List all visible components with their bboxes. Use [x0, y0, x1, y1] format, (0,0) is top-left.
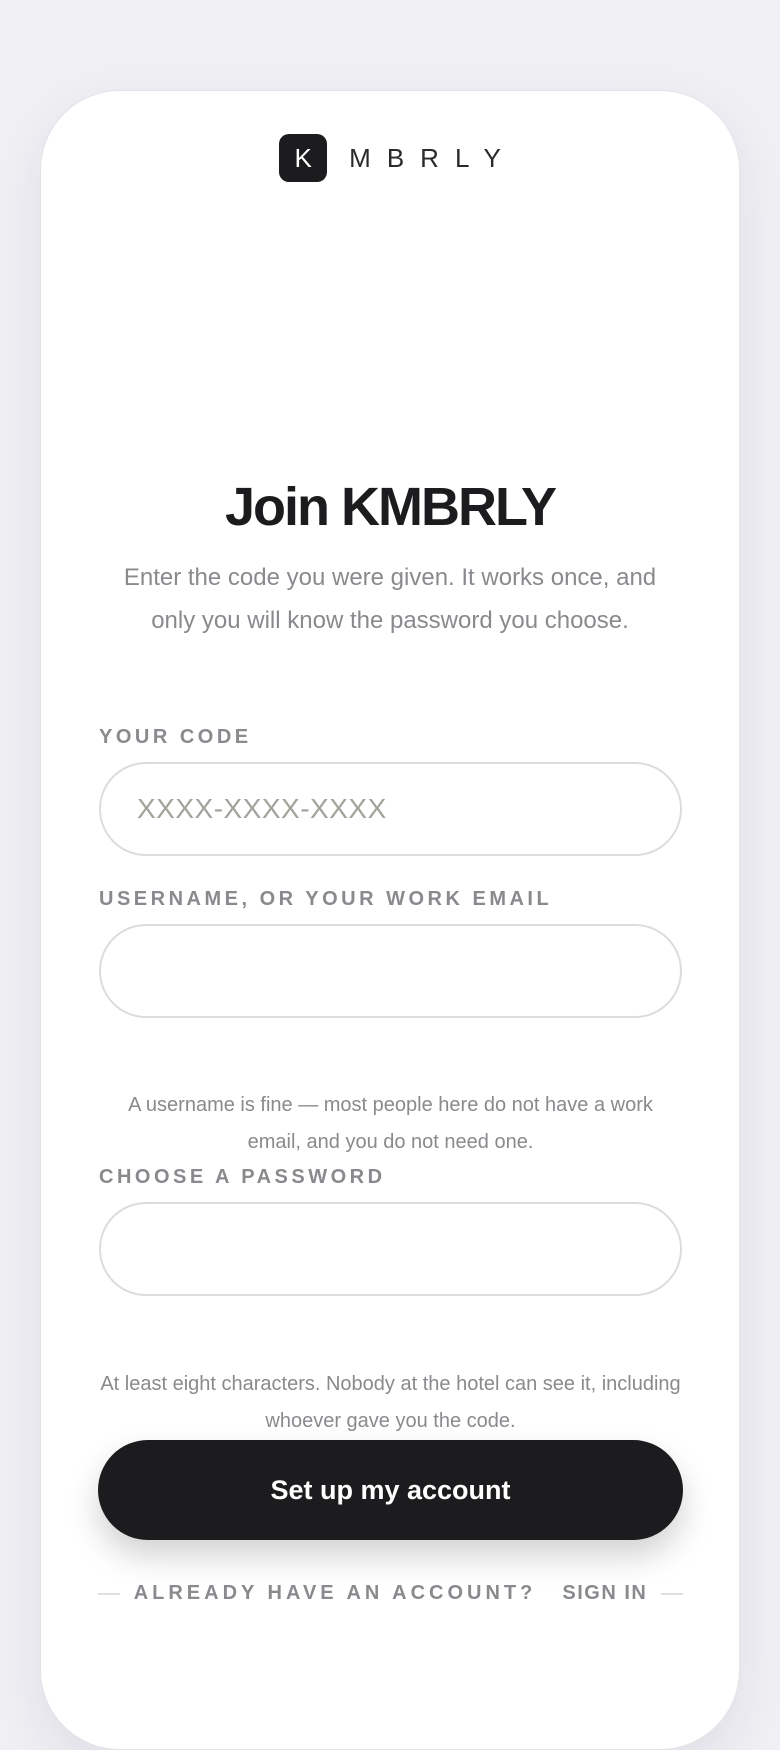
- code-label: YOUR CODE: [99, 726, 252, 748]
- footer-divider-left: [98, 1592, 120, 1595]
- signin-link[interactable]: SIGN IN: [562, 1582, 647, 1605]
- username-input[interactable]: [99, 924, 682, 1018]
- setup-account-button[interactable]: Set up my account: [98, 1440, 683, 1540]
- password-hint: At least eight characters. Nobody at the…: [100, 1373, 681, 1432]
- account-prompt: ALREADY HAVE AN ACCOUNT?: [133, 1582, 537, 1604]
- code-input[interactable]: [99, 762, 682, 856]
- password-label: CHOOSE A PASSWORD: [99, 1166, 386, 1188]
- footer-divider-right: [661, 1592, 683, 1595]
- password-input[interactable]: [99, 1202, 682, 1296]
- brand-wordmark: MBRLY: [349, 142, 517, 173]
- brand-logo: K MBRLY: [0, 134, 780, 182]
- page-subtitle: Enter the code you were given. It works …: [123, 564, 657, 634]
- page-title: Join KMBRLY: [224, 477, 557, 537]
- brand-mark-icon: K: [279, 134, 328, 182]
- signin-footer: ALREADY HAVE AN ACCOUNT? SIGN IN: [98, 1582, 683, 1605]
- username-label: USERNAME, OR YOUR WORK EMAIL: [99, 888, 553, 910]
- username-hint: A username is fine — most people here do…: [128, 1094, 653, 1153]
